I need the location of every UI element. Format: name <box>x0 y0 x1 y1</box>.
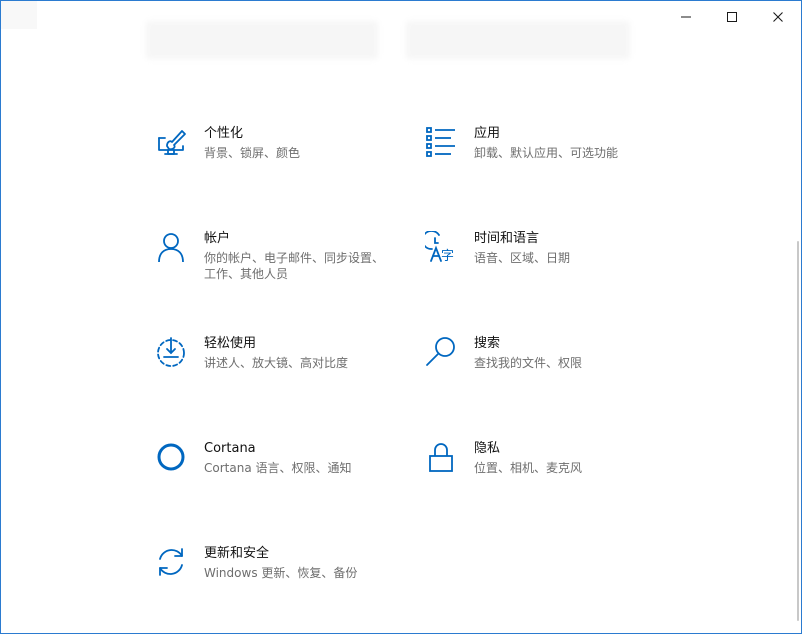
tile-accounts[interactable]: 帐户 你的帐户、电子邮件、同步设置、工作、其他人员 <box>154 230 414 300</box>
maximize-icon <box>727 12 737 22</box>
window-controls <box>663 1 801 33</box>
privacy-lock-icon <box>424 440 458 474</box>
accounts-icon <box>154 230 188 264</box>
tile-description: 你的帐户、电子邮件、同步设置、工作、其他人员 <box>204 251 385 281</box>
tile-title: Cortana <box>204 441 256 456</box>
tile-time-language[interactable]: 字 时间和语言 语音、区域、日期 <box>424 230 684 300</box>
update-security-icon <box>154 545 188 579</box>
tile-description: 背景、锁屏、颜色 <box>204 146 301 160</box>
tile-cortana[interactable]: Cortana Cortana 语言、权限、通知 <box>154 440 414 510</box>
cortana-icon <box>154 440 188 474</box>
tile-title: 更新和安全 <box>204 546 270 561</box>
personalization-icon <box>154 125 188 159</box>
time-language-icon: 字 <box>424 230 458 264</box>
svg-text:字: 字 <box>441 249 454 263</box>
maximize-button[interactable] <box>709 1 755 33</box>
settings-window: 个性化 背景、锁屏、颜色 应用 卸载、默认应用、可选功能 帐户 你的帐户、电子邮… <box>0 0 802 634</box>
tile-title: 轻松使用 <box>204 336 257 351</box>
close-icon <box>773 12 783 22</box>
tile-privacy[interactable]: 隐私 位置、相机、麦克风 <box>424 440 684 510</box>
minimize-icon <box>681 16 691 18</box>
minimize-button[interactable] <box>663 1 709 33</box>
tile-title: 搜索 <box>474 336 501 351</box>
ease-of-access-icon <box>154 335 188 369</box>
title-bar-area <box>1 1 37 29</box>
search-icon <box>424 335 458 369</box>
tile-apps[interactable]: 应用 卸载、默认应用、可选功能 <box>424 125 684 195</box>
tile-update-security[interactable]: 更新和安全 Windows 更新、恢复、备份 <box>154 545 414 615</box>
tile-description: Windows 更新、恢复、备份 <box>204 566 358 580</box>
tile-description: Cortana 语言、权限、通知 <box>204 461 352 475</box>
tile-description: 语音、区域、日期 <box>474 251 571 265</box>
tile-description: 讲述人、放大镜、高对比度 <box>204 356 349 370</box>
tile-description: 卸载、默认应用、可选功能 <box>474 146 619 160</box>
blurred-header-right <box>406 21 630 59</box>
blurred-header-left <box>146 21 378 59</box>
tile-title: 隐私 <box>474 441 501 456</box>
tile-description: 位置、相机、麦克风 <box>474 461 583 475</box>
tile-personalization[interactable]: 个性化 背景、锁屏、颜色 <box>154 125 414 195</box>
apps-icon <box>424 125 458 159</box>
close-button[interactable] <box>755 1 801 33</box>
scrollbar[interactable] <box>797 241 799 621</box>
tile-title: 帐户 <box>204 231 231 246</box>
tile-title: 应用 <box>474 126 501 141</box>
tile-title: 时间和语言 <box>474 231 540 246</box>
tile-title: 个性化 <box>204 126 244 141</box>
tile-ease-of-access[interactable]: 轻松使用 讲述人、放大镜、高对比度 <box>154 335 414 405</box>
tile-description: 查找我的文件、权限 <box>474 356 583 370</box>
tile-search[interactable]: 搜索 查找我的文件、权限 <box>424 335 684 405</box>
